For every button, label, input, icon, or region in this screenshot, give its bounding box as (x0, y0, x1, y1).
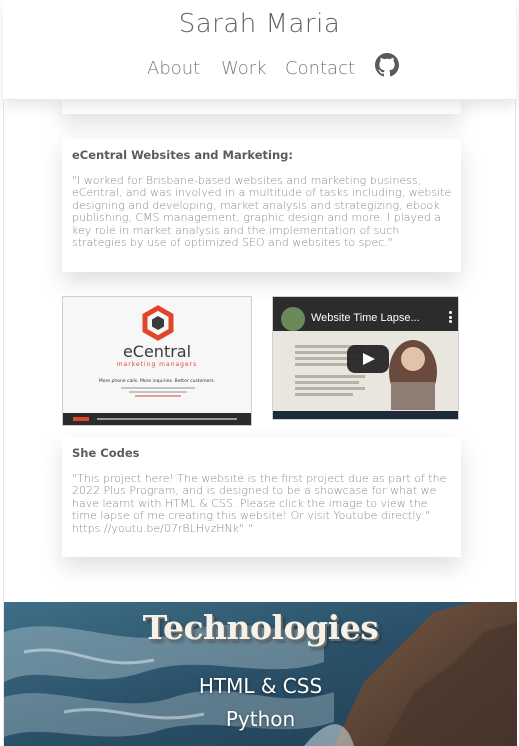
project-title: eCentral Websites and Marketing: (72, 148, 293, 162)
main-nav: About Work Contact (3, 52, 516, 82)
technologies-heading: Technologies (142, 608, 379, 647)
ecentral-brand: eCentral (122, 342, 192, 361)
ecentral-tagline: marketing managers (116, 361, 198, 368)
project-card-she-codes: She Codes "This project here! The websit… (62, 437, 461, 557)
project-description: "This project here! The website is the f… (72, 472, 447, 535)
nav-contact[interactable]: Contact (285, 58, 355, 79)
github-icon[interactable] (375, 53, 399, 77)
more-options-icon[interactable] (449, 311, 452, 323)
ecentral-headline: More phone calls. More inquiries. Better… (98, 379, 216, 384)
technologies-section: Technologies HTML & CSS Python (4, 602, 517, 746)
technology-item: HTML & CSS (198, 674, 323, 698)
ecentral-thumbnail[interactable]: eCentral marketing managers More phone c… (62, 296, 252, 426)
nav-about[interactable]: About (147, 58, 200, 79)
project-card-ecentral: eCentral Websites and Marketing: "I work… (62, 139, 461, 272)
site-header: Sarah Maria About Work Contact (3, 0, 516, 100)
play-icon[interactable] (347, 345, 389, 373)
project-description: "I worked for Brisbane-based websites an… (72, 174, 452, 250)
nav-work[interactable]: Work (221, 58, 267, 79)
project-title: She Codes (72, 446, 140, 460)
video-title[interactable]: Website Time Lapse... (311, 312, 420, 324)
technology-item: Python (225, 707, 296, 731)
youtube-video-thumbnail[interactable]: Website Time Lapse... (272, 296, 459, 420)
site-title[interactable]: Sarah Maria (3, 9, 516, 39)
